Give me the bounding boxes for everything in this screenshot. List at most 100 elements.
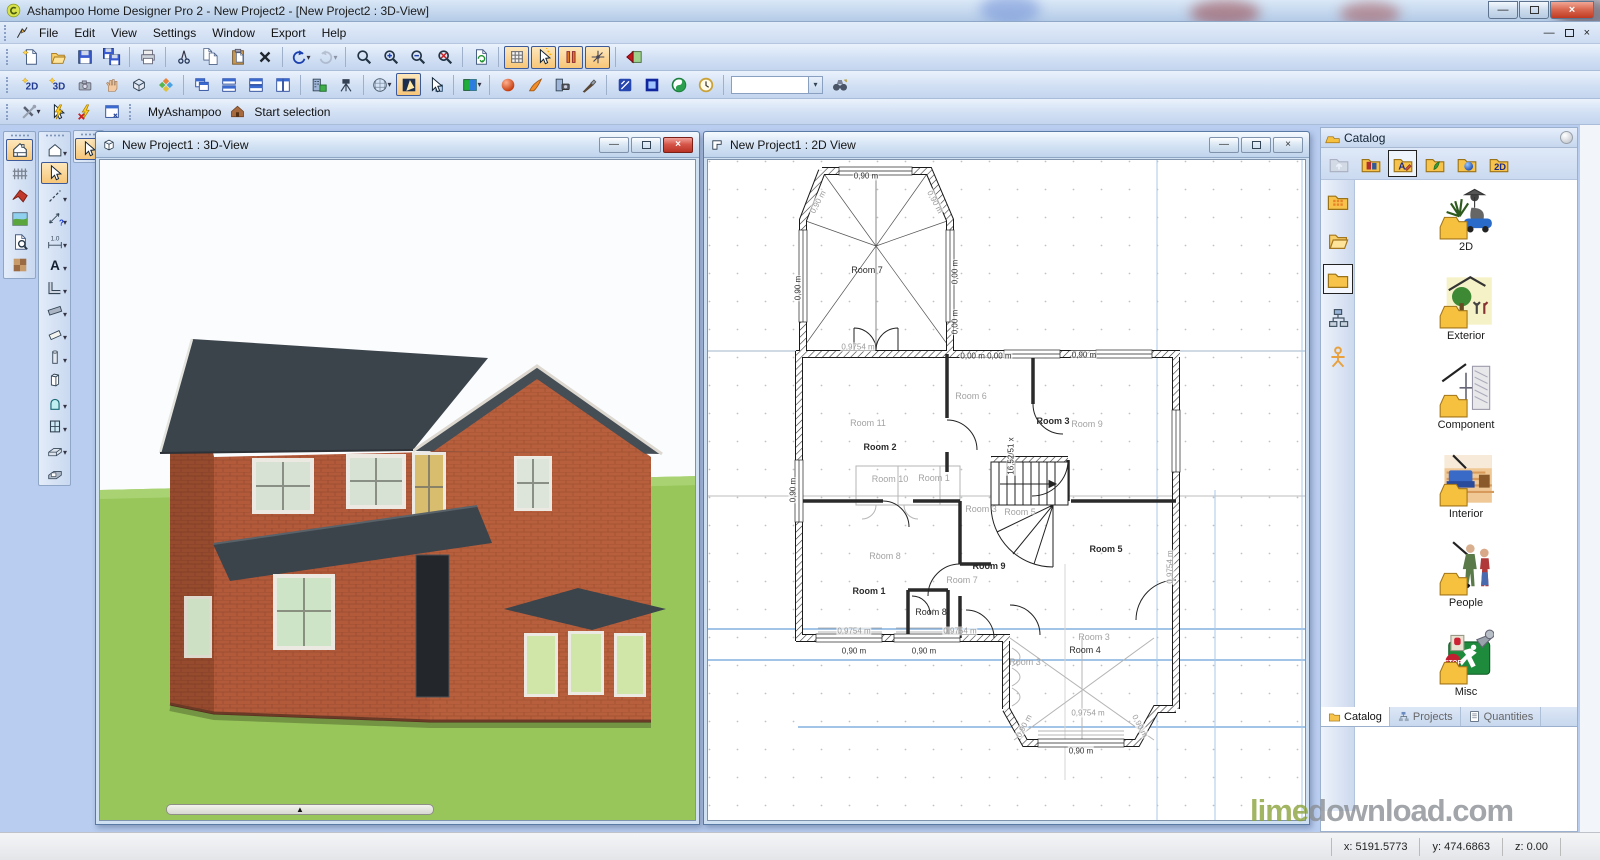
box-3d-button[interactable] — [126, 73, 151, 96]
delete-button[interactable] — [252, 46, 277, 69]
menu-view[interactable]: View — [103, 24, 145, 42]
start-selection-button[interactable]: Start selection — [246, 105, 338, 119]
roof-button[interactable] — [6, 185, 33, 207]
texture-button[interactable] — [6, 254, 33, 276]
fx-blue-button[interactable] — [612, 73, 637, 96]
pick-object-button[interactable] — [423, 73, 448, 96]
column-button[interactable]: ▾ — [41, 346, 68, 368]
color-field-button[interactable]: ▾ — [459, 73, 484, 96]
tab-projects[interactable]: Projects — [1390, 707, 1461, 726]
fence-button[interactable] — [6, 162, 33, 184]
flag-view-button[interactable] — [621, 46, 646, 69]
menu-settings[interactable]: Settings — [145, 24, 204, 42]
tools-button[interactable]: ▾ — [18, 100, 43, 123]
pillar-button[interactable] — [41, 369, 68, 391]
zoom-button[interactable] — [351, 46, 376, 69]
zoom-in-button[interactable] — [378, 46, 403, 69]
redo-button[interactable]: ▾ — [315, 46, 340, 69]
globe-button[interactable]: ▾ — [369, 73, 394, 96]
fx-green-button[interactable] — [666, 73, 691, 96]
chevron-down-icon[interactable]: ▾ — [808, 77, 822, 93]
capture-button[interactable] — [549, 73, 574, 96]
catalog-item-component[interactable]: Component — [1411, 362, 1521, 451]
win-cascade-button[interactable] — [189, 73, 214, 96]
fx-clock-button[interactable] — [693, 73, 718, 96]
child-minimize-button[interactable]: — — [1209, 137, 1239, 153]
open-button[interactable] — [45, 46, 70, 69]
fx-window-button[interactable] — [639, 73, 664, 96]
side-swatches-button[interactable] — [1323, 186, 1353, 216]
catalog-item-people[interactable]: People — [1411, 540, 1521, 629]
snap-select-button[interactable] — [531, 46, 556, 69]
refresh-button[interactable] — [468, 46, 493, 69]
side-hierarchy-button[interactable] — [1323, 303, 1353, 333]
sphere-red-button[interactable] — [495, 73, 520, 96]
canvas-2d[interactable]: Room 7Room 11Room 2Room 6Room 3Room 9Roo… — [707, 159, 1306, 821]
axes-button[interactable] — [585, 46, 610, 69]
copy-button[interactable] — [198, 46, 223, 69]
close-button[interactable]: × — [1550, 1, 1594, 19]
line-button[interactable]: ▾ — [41, 185, 68, 207]
window-3d-titlebar[interactable]: New Project1 : 3D-View — × — [96, 132, 699, 158]
menu-file[interactable]: File — [31, 24, 66, 42]
select-button[interactable] — [41, 162, 68, 184]
spray-button[interactable] — [522, 73, 547, 96]
catalog-item-interior[interactable]: Interior — [1411, 451, 1521, 540]
view-2d-button[interactable]: 2D — [18, 73, 43, 96]
child-close-button[interactable]: × — [1273, 137, 1303, 153]
side-open-button[interactable] — [1323, 225, 1353, 255]
zoom-out-button[interactable] — [405, 46, 430, 69]
camera-tripod-button[interactable] — [333, 73, 358, 96]
terrain-button[interactable] — [6, 208, 33, 230]
side-figure-button[interactable] — [1323, 342, 1353, 372]
print-button[interactable] — [135, 46, 160, 69]
window-tool-button[interactable]: ▾ — [41, 415, 68, 437]
save-button[interactable] — [72, 46, 97, 69]
script-window-button[interactable] — [99, 100, 124, 123]
tab-quantities[interactable]: Quantities — [1461, 707, 1542, 726]
myashampoo-link[interactable]: MyAshampoo — [140, 105, 229, 119]
niche-button[interactable] — [41, 461, 68, 483]
save-view-button[interactable] — [306, 73, 331, 96]
window-2d-titlebar[interactable]: New Project1 : 2D View — × — [704, 132, 1309, 158]
child-minimize-button[interactable]: — — [599, 137, 629, 153]
building-button[interactable]: ▾ — [41, 139, 68, 161]
menu-help[interactable]: Help — [314, 24, 355, 42]
child-restore-button[interactable] — [1241, 137, 1271, 153]
camera-button[interactable] — [72, 73, 97, 96]
mosaic-button[interactable] — [153, 73, 178, 96]
win-tile-button[interactable] — [216, 73, 241, 96]
win-horiz-button[interactable] — [243, 73, 268, 96]
building-mode-button[interactable] — [6, 139, 33, 161]
restore-button[interactable] — [1519, 1, 1549, 19]
cat-up-tab[interactable] — [1324, 150, 1353, 177]
text-button[interactable]: A▾ — [41, 254, 68, 276]
wall-corner-button[interactable]: ▾ — [41, 277, 68, 299]
wall-button[interactable]: ▾ — [41, 300, 68, 322]
run-button[interactable] — [45, 100, 70, 123]
grid-button[interactable] — [504, 46, 529, 69]
walkthrough-slider[interactable]: ▲ — [166, 804, 434, 815]
light-button[interactable] — [396, 73, 421, 96]
catalog-item-2d[interactable]: 2D — [1411, 184, 1521, 273]
undo-button[interactable]: ▾ — [288, 46, 313, 69]
measure-button[interactable]: ?▾ — [41, 208, 68, 230]
cat-materials-tab[interactable]: A — [1388, 150, 1417, 177]
arch-window-button[interactable]: ▾ — [41, 392, 68, 414]
catalog-item-misc[interactable]: STOP Misc — [1411, 629, 1521, 718]
catalog-item-exterior[interactable]: Exterior — [1411, 273, 1521, 362]
opening-button[interactable]: ▾ — [41, 438, 68, 460]
child-close-button[interactable]: × — [663, 137, 693, 153]
canvas-3d[interactable]: ▲ — [99, 159, 696, 821]
minimize-button[interactable]: — — [1488, 1, 1518, 19]
brush-button[interactable] — [576, 73, 601, 96]
tab-catalog[interactable]: Catalog — [1321, 707, 1390, 726]
pin-icon[interactable] — [1560, 131, 1573, 144]
mdi-restore-button[interactable] — [1565, 29, 1574, 37]
view-3d-button[interactable]: 3D — [45, 73, 70, 96]
child-restore-button[interactable] — [631, 137, 661, 153]
cat-plants-tab[interactable] — [1420, 150, 1449, 177]
hand-button[interactable] — [99, 73, 124, 96]
eraser-button[interactable]: ▾ — [41, 323, 68, 345]
dimension-button[interactable]: 1.0▾ — [41, 231, 68, 253]
